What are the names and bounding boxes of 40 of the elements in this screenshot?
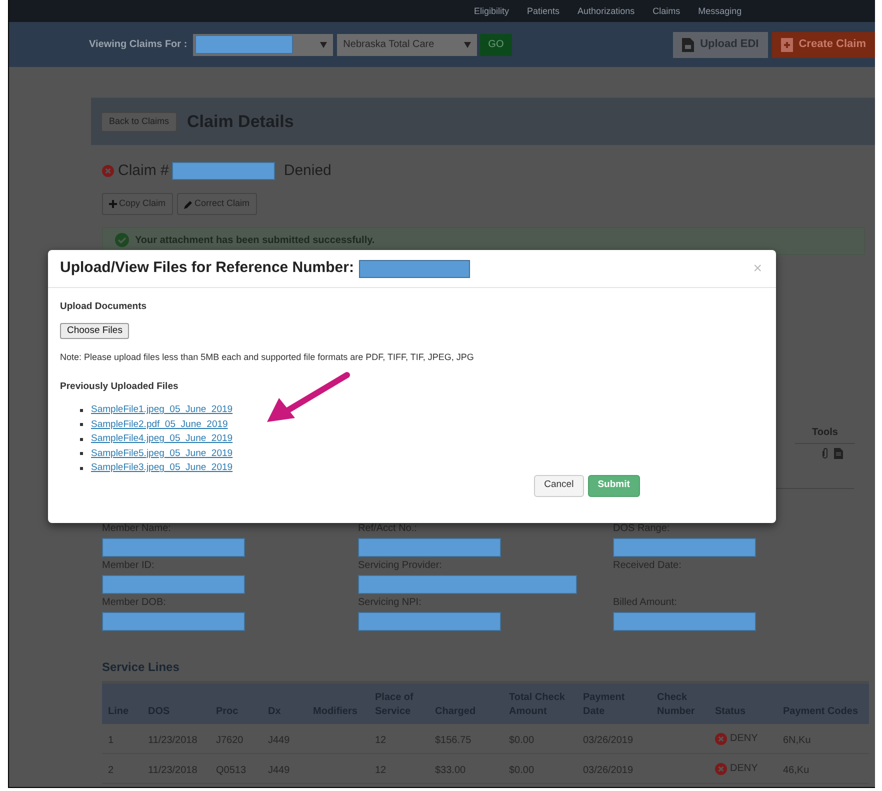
deny-icon bbox=[715, 762, 727, 774]
check-icon bbox=[115, 233, 129, 247]
nav-link[interactable]: Claims bbox=[652, 4, 680, 18]
bullet-icon bbox=[80, 438, 83, 441]
nav-link[interactable]: Authorizations bbox=[578, 4, 635, 18]
bullet-icon bbox=[80, 408, 83, 412]
provider-select[interactable] bbox=[193, 34, 334, 56]
bullet-icon bbox=[80, 452, 83, 456]
upload-heading: Upload Documents bbox=[60, 300, 148, 314]
paperclip-icon bbox=[822, 448, 828, 459]
error-icon bbox=[102, 165, 114, 177]
nav-link[interactable]: Patients bbox=[527, 4, 560, 18]
nav-link[interactable]: Eligibility bbox=[474, 4, 510, 18]
plus-icon bbox=[109, 200, 117, 208]
go-button[interactable]: GO bbox=[480, 34, 512, 56]
pencil-icon bbox=[184, 200, 193, 208]
plan-select[interactable]: Nebraska Total Care bbox=[337, 34, 478, 56]
cancel-button[interactable]: Cancel bbox=[534, 474, 584, 496]
upload-note: Note: Please upload files less than 5MB each and supported file formats are PDF, TIFF, TIF, JPEG, JPG bbox=[60, 351, 475, 364]
deny-icon bbox=[715, 732, 727, 744]
file-link[interactable]: SampleFile2.pdf_05_June_2019 bbox=[91, 418, 228, 432]
add-file-icon bbox=[780, 38, 793, 52]
previous-heading: Previously Uploaded Files bbox=[60, 380, 180, 394]
file-link[interactable]: SampleFile4.jpeg_05_June_2019 bbox=[91, 432, 233, 446]
file-link[interactable]: SampleFile5.jpeg_05_June_2019 bbox=[91, 446, 233, 461]
viewing-label: Viewing Claims For : bbox=[89, 38, 188, 52]
file-link[interactable]: SampleFile3.jpeg_05_June_2019 bbox=[91, 461, 233, 476]
submit-button[interactable]: Submit bbox=[588, 474, 640, 496]
file-icon bbox=[682, 38, 694, 52]
bullet-icon bbox=[80, 466, 83, 470]
section-title: Service Lines bbox=[102, 659, 180, 676]
document-icon bbox=[834, 448, 843, 459]
create-claim-button[interactable]: Create Claim bbox=[772, 32, 875, 58]
bullet-icon bbox=[80, 423, 83, 426]
caret-icon bbox=[320, 42, 328, 48]
nav-link[interactable]: Messaging bbox=[698, 4, 742, 18]
file-link[interactable]: SampleFile1.jpeg_05_June_2019 bbox=[91, 403, 233, 418]
dialog-title: Upload/View Files for Reference Number: bbox=[60, 258, 354, 278]
choose-files-button[interactable]: Choose Files bbox=[60, 323, 130, 340]
caret-icon bbox=[464, 42, 472, 48]
